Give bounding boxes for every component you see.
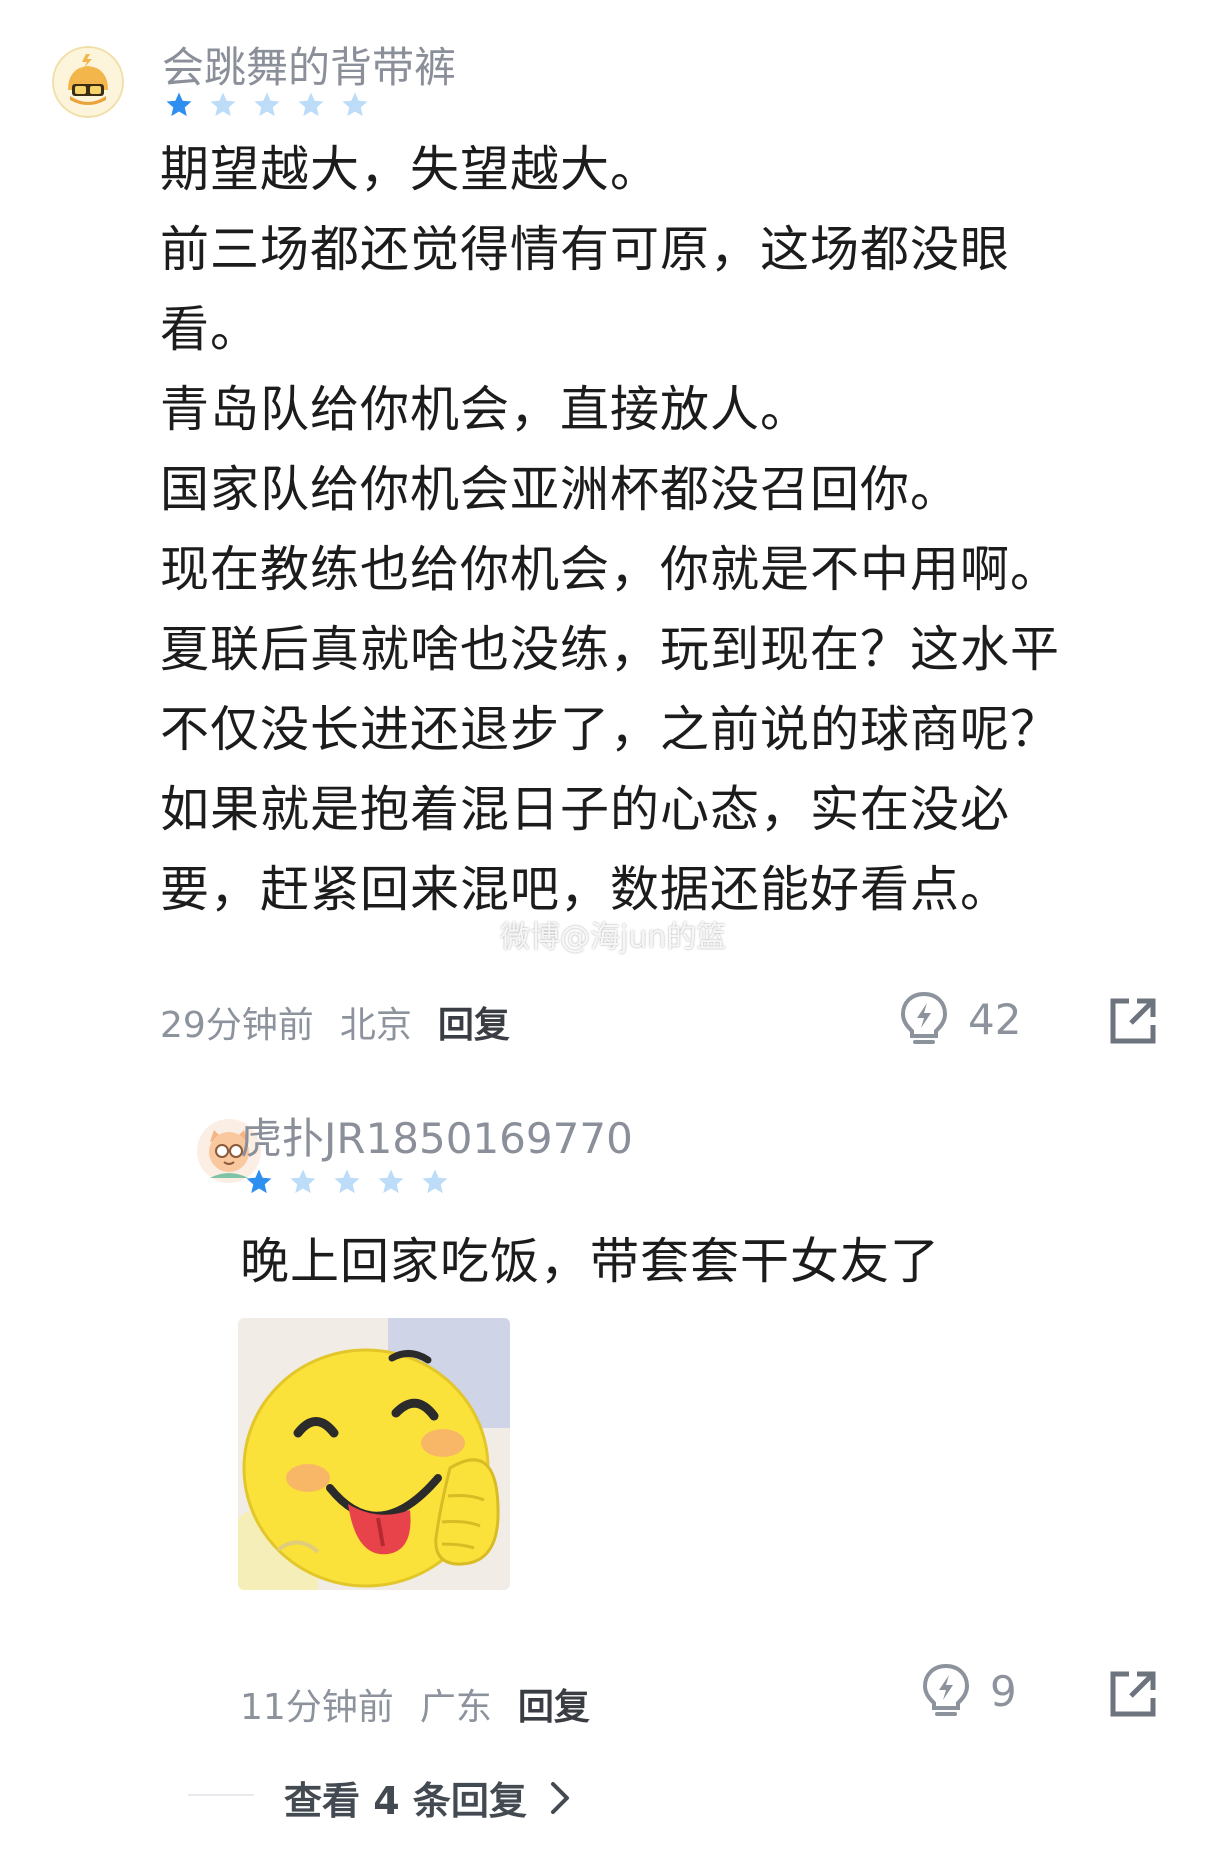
star-empty-icon [422, 1169, 448, 1194]
comment-text: 晚上回家吃饭，带套套干女友了 [240, 1233, 941, 1290]
share-button[interactable] [1107, 995, 1159, 1047]
comment-line: 前三场都还觉得情有可原，这场都没眼 [160, 221, 1011, 278]
star-rating [164, 90, 370, 120]
avatar[interactable] [52, 46, 124, 118]
laughing-emoji-sticker [238, 1318, 510, 1590]
comment-line: 如果就是抱着混日子的心态，实在没必 [160, 781, 1011, 838]
comment-line: 青岛队给你机会，直接放人。 [160, 381, 811, 438]
star-empty-icon [210, 92, 236, 117]
star-empty-icon [298, 92, 324, 117]
comment-location: 广东 [419, 1687, 492, 1728]
lightning-bulb-icon [922, 1663, 970, 1716]
like-button[interactable]: 42 [898, 990, 1021, 1048]
share-button[interactable] [1107, 1668, 1159, 1720]
star-empty-icon [290, 1169, 316, 1194]
reply-button[interactable]: 回复 [518, 1678, 590, 1730]
comment-meta: 29分钟前 北京 回复 [160, 996, 510, 1048]
lightning-bulb-icon [900, 991, 948, 1044]
watermark: 微博@海jun的篮 [500, 920, 727, 955]
view-more-replies-button[interactable]: 查看 4 条回复 [284, 1770, 571, 1825]
divider [188, 1794, 254, 1796]
username[interactable]: 虎扑JR1850169770 [240, 1105, 633, 1166]
comment-line: 期望越大，失望越大。 [160, 141, 661, 198]
comment-location: 北京 [339, 1005, 412, 1046]
like-count: 9 [990, 1666, 1017, 1716]
comment-line: 夏联后真就啥也没练，玩到现在？这水平 [160, 621, 1061, 678]
star-filled-icon [246, 1169, 272, 1194]
share-arrow-icon [1110, 998, 1156, 1044]
chevron-right-icon [550, 1781, 569, 1814]
comment-line: 看。 [160, 301, 261, 358]
view-more-replies-label: 查看 4 条回复 [284, 1779, 527, 1823]
star-empty-icon [342, 92, 368, 117]
comment-meta: 11分钟前 广东 回复 [240, 1678, 590, 1730]
sticker-image[interactable] [238, 1318, 510, 1590]
comment-time: 11分钟前 [240, 1687, 394, 1728]
share-arrow-icon [1110, 1671, 1156, 1717]
like-button[interactable]: 9 [920, 1662, 1017, 1720]
star-empty-icon [334, 1169, 360, 1194]
comment-line: 现在教练也给你机会，你就是不中用啊。 [160, 541, 1061, 598]
star-rating [244, 1167, 450, 1197]
reply-button[interactable]: 回复 [438, 996, 510, 1048]
comment-line: 国家队给你机会亚洲杯都没召回你。 [160, 461, 961, 518]
avatar-image [52, 46, 124, 118]
like-count: 42 [968, 994, 1022, 1044]
comment-text: 期望越大，失望越大。 前三场都还觉得情有可原，这场都没眼 看。 青岛队给你机会，… [160, 130, 1170, 930]
comment-line: 不仅没长进还退步了，之前说的球商呢？ [160, 701, 1061, 758]
username[interactable]: 会跳舞的背带裤 [162, 34, 456, 95]
star-filled-icon [166, 92, 192, 117]
star-empty-icon [254, 92, 280, 117]
star-empty-icon [378, 1169, 404, 1194]
comment-time: 29分钟前 [160, 1005, 314, 1046]
